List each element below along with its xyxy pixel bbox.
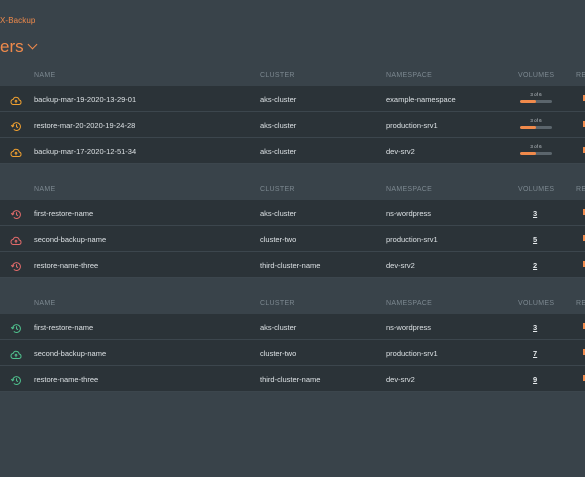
volumes-count-link[interactable]: 9 xyxy=(533,375,537,384)
row-name[interactable]: restore-mar-20-2020-19-24-28 xyxy=(34,121,135,130)
progress-label: 3 of 6 xyxy=(530,92,542,97)
progress-fill xyxy=(520,126,536,129)
row-namespace: ns-wordpress xyxy=(386,323,432,332)
column-header-name[interactable]: NAME xyxy=(34,186,55,193)
column-header-cluster[interactable]: CLUSTER xyxy=(260,72,295,79)
section-in-progress: NAME CLUSTER NAMESPACE VOLUMES RE backup… xyxy=(0,64,585,164)
table-row[interactable]: second-backup-name cluster-two productio… xyxy=(0,226,585,252)
column-header-cluster[interactable]: CLUSTER xyxy=(260,186,295,193)
row-name[interactable]: second-backup-name xyxy=(34,235,106,244)
breadcrumb[interactable]: X-Backup xyxy=(0,16,35,25)
cloud-upload-icon xyxy=(10,147,22,158)
table-row[interactable]: restore-name-three third-cluster-name de… xyxy=(0,252,585,278)
cloud-upload-icon xyxy=(10,235,22,246)
row-cluster: aks-cluster xyxy=(260,147,297,156)
chevron-down-icon xyxy=(27,39,38,50)
row-name[interactable]: backup-mar-19-2020-13-29-01 xyxy=(34,95,136,104)
restore-history-icon xyxy=(10,261,22,272)
page-title: ers xyxy=(0,37,24,56)
column-header-name[interactable]: NAME xyxy=(34,72,55,79)
column-header-cluster[interactable]: CLUSTER xyxy=(260,300,295,307)
restore-history-icon xyxy=(10,375,22,386)
table-header: NAME CLUSTER NAMESPACE VOLUMES RE xyxy=(0,292,585,314)
row-cluster: aks-cluster xyxy=(260,95,297,104)
row-name[interactable]: backup-mar-17-2020-12-51-34 xyxy=(34,147,136,156)
volumes-count-link[interactable]: 3 xyxy=(533,323,537,332)
row-cluster: third-cluster-name xyxy=(260,375,321,384)
column-header-extra[interactable]: RE xyxy=(576,186,585,193)
row-cluster: aks-cluster xyxy=(260,323,297,332)
table-row[interactable]: backup-mar-19-2020-13-29-01 aks-cluster … xyxy=(0,86,585,112)
row-name[interactable]: restore-name-three xyxy=(34,261,98,270)
progress-track xyxy=(520,152,552,155)
restore-history-icon xyxy=(10,209,22,220)
restore-history-icon xyxy=(10,121,22,132)
row-namespace: dev-srv2 xyxy=(386,261,415,270)
row-namespace: production-srv1 xyxy=(386,235,438,244)
row-namespace: dev-srv2 xyxy=(386,375,415,384)
table-row[interactable]: second-backup-name cluster-two productio… xyxy=(0,340,585,366)
row-name[interactable]: first-restore-name xyxy=(34,209,93,218)
volumes-count-link[interactable]: 2 xyxy=(533,261,537,270)
table-row[interactable]: restore-mar-20-2020-19-24-28 aks-cluster… xyxy=(0,112,585,138)
volumes-count-link[interactable]: 7 xyxy=(533,349,537,358)
volumes-count-link[interactable]: 5 xyxy=(533,235,537,244)
column-header-volumes[interactable]: VOLUMES xyxy=(518,186,554,193)
row-namespace: production-srv1 xyxy=(386,349,438,358)
column-header-name[interactable]: NAME xyxy=(34,300,55,307)
column-header-namespace[interactable]: NAMESPACE xyxy=(386,300,432,307)
table-row[interactable]: backup-mar-17-2020-12-51-34 aks-cluster … xyxy=(0,138,585,164)
page-title-dropdown[interactable]: ers xyxy=(0,36,38,58)
progress-fill xyxy=(520,100,536,103)
row-namespace: dev-srv2 xyxy=(386,147,415,156)
progress-fill xyxy=(520,152,536,155)
cloud-upload-icon xyxy=(10,349,22,360)
row-namespace: ns-wordpress xyxy=(386,209,432,218)
section-failed: NAME CLUSTER NAMESPACE VOLUMES RE first-… xyxy=(0,178,585,278)
column-header-volumes[interactable]: VOLUMES xyxy=(518,300,554,307)
table-row[interactable]: first-restore-name aks-cluster ns-wordpr… xyxy=(0,314,585,340)
row-name[interactable]: first-restore-name xyxy=(34,323,93,332)
cloud-upload-icon xyxy=(10,95,22,106)
row-cluster: aks-cluster xyxy=(260,121,297,130)
column-header-extra[interactable]: RE xyxy=(576,72,585,79)
row-cluster: third-cluster-name xyxy=(260,261,321,270)
table-header: NAME CLUSTER NAMESPACE VOLUMES RE xyxy=(0,178,585,200)
table-row[interactable]: restore-name-three third-cluster-name de… xyxy=(0,366,585,392)
progress-track xyxy=(520,100,552,103)
progress-track xyxy=(520,126,552,129)
row-cluster: cluster-two xyxy=(260,349,297,358)
section-completed: NAME CLUSTER NAMESPACE VOLUMES RE first-… xyxy=(0,292,585,392)
column-header-namespace[interactable]: NAMESPACE xyxy=(386,186,432,193)
volumes-progress: 3 of 6 xyxy=(520,92,552,103)
progress-label: 3 of 6 xyxy=(530,144,542,149)
row-name[interactable]: restore-name-three xyxy=(34,375,98,384)
column-header-namespace[interactable]: NAMESPACE xyxy=(386,72,432,79)
row-namespace: example-namespace xyxy=(386,95,456,104)
column-header-volumes[interactable]: VOLUMES xyxy=(518,72,554,79)
table-header: NAME CLUSTER NAMESPACE VOLUMES RE xyxy=(0,64,585,86)
restore-history-icon xyxy=(10,323,22,334)
progress-label: 3 of 6 xyxy=(530,118,542,123)
column-header-extra[interactable]: RE xyxy=(576,300,585,307)
row-cluster: aks-cluster xyxy=(260,209,297,218)
volumes-count-link[interactable]: 3 xyxy=(533,209,537,218)
row-namespace: production-srv1 xyxy=(386,121,438,130)
row-cluster: cluster-two xyxy=(260,235,297,244)
backup-list-page: X-Backup ers NAME CLUSTER NAMESPACE VOLU… xyxy=(0,0,585,477)
table-row[interactable]: first-restore-name aks-cluster ns-wordpr… xyxy=(0,200,585,226)
volumes-progress: 3 of 6 xyxy=(520,144,552,155)
volumes-progress: 3 of 6 xyxy=(520,118,552,129)
row-name[interactable]: second-backup-name xyxy=(34,349,106,358)
